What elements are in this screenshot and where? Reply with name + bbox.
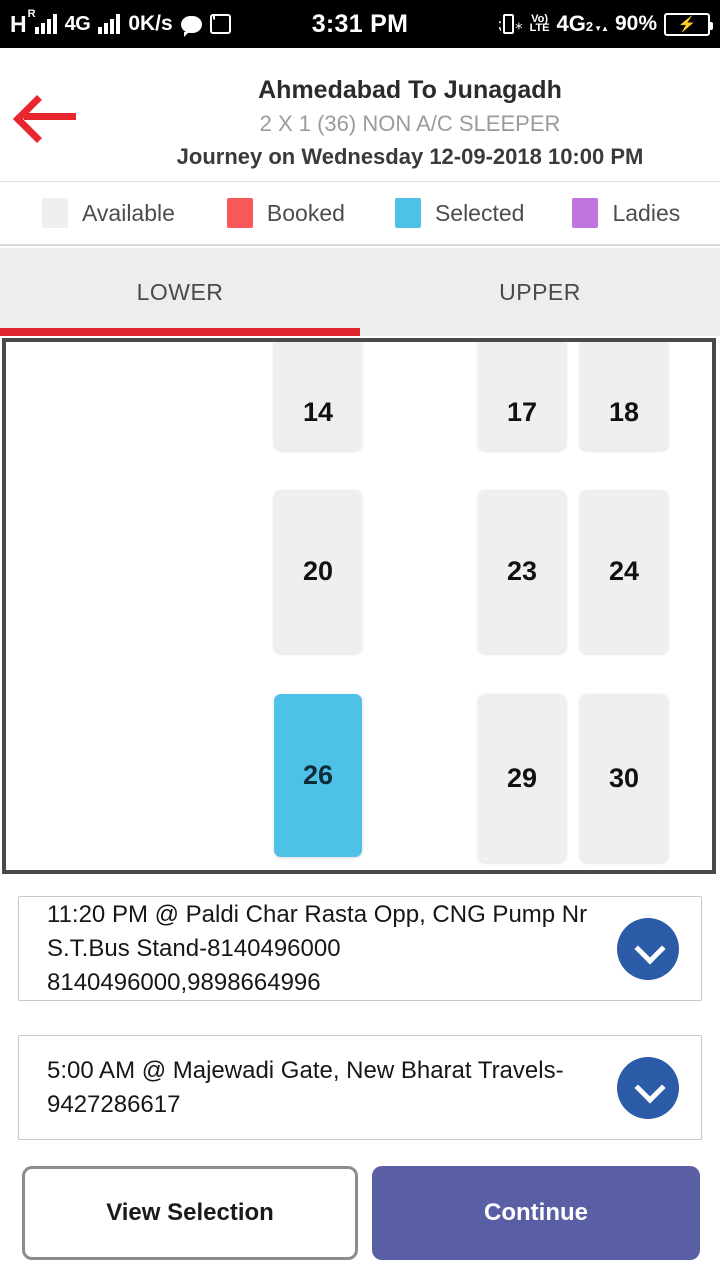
seat-number-label: 30 bbox=[608, 762, 640, 793]
seat-17[interactable]: 17 bbox=[478, 342, 566, 450]
battery-charging-icon: ⚡ bbox=[664, 12, 713, 36]
page-title: Ahmedabad To Junagadh bbox=[258, 76, 562, 104]
legend-swatch-available bbox=[42, 198, 68, 228]
tab-active-indicator bbox=[0, 328, 360, 336]
view-selection-label: View Selection bbox=[106, 1199, 274, 1226]
seat-number-label: 24 bbox=[608, 556, 640, 586]
seat-number-label: 17 bbox=[506, 397, 538, 427]
seat-number-label: 29 bbox=[506, 762, 538, 793]
legend-item-available: Available bbox=[42, 198, 175, 228]
legend-label-selected: Selected bbox=[434, 199, 525, 226]
seat-18[interactable]: 18 bbox=[580, 342, 668, 450]
dropping-point-text: 5:00 AM @ Majewadi Gate, New Bharat Trav… bbox=[47, 1056, 564, 1118]
battery-percent-label: 90% bbox=[614, 12, 657, 35]
legend-label-available: Available bbox=[82, 199, 175, 226]
legend-label-ladies: Ladies bbox=[612, 199, 681, 226]
tab-lower-label: LOWER bbox=[136, 278, 224, 305]
header-text-block: Ahmedabad To Junagadh 2 X 1 (36) NON A/C… bbox=[110, 72, 710, 174]
deck-tabs: LOWER UPPER bbox=[0, 248, 720, 336]
seat-29[interactable]: 29 bbox=[478, 694, 566, 862]
continue-button[interactable]: Continue bbox=[372, 1166, 700, 1260]
seat-map-panel[interactable]: 14 17 18 20 23 24 26 29 30 bbox=[2, 338, 716, 874]
tab-lower[interactable]: LOWER bbox=[0, 248, 360, 336]
seat-number-label: 18 bbox=[608, 397, 640, 427]
chevron-down-icon[interactable] bbox=[617, 917, 679, 980]
legend-item-booked: Booked bbox=[226, 198, 345, 228]
vibrate-icon: ⁏ ⁎ bbox=[497, 14, 523, 34]
seat-number-label: 23 bbox=[506, 556, 538, 586]
seat-legend: Available Booked Selected Ladies bbox=[0, 182, 720, 246]
bus-type-label: 2 X 1 (36) NON A/C SLEEPER bbox=[259, 111, 561, 136]
legend-swatch-selected bbox=[394, 198, 421, 228]
tab-upper-label: UPPER bbox=[499, 278, 581, 305]
seat-number-label: 26 bbox=[302, 760, 334, 790]
page-header: Ahmedabad To Junagadh 2 X 1 (36) NON A/C… bbox=[0, 48, 720, 182]
seat-30[interactable]: 30 bbox=[580, 694, 668, 862]
seat-number-label: 20 bbox=[302, 556, 334, 586]
boarding-point-card[interactable]: 11:20 PM @ Paldi Char Rasta Opp, CNG Pum… bbox=[18, 896, 702, 1001]
seat-26[interactable]: 26 bbox=[274, 694, 362, 857]
journey-date-label: Journey on Wednesday 12-09-2018 10:00 PM bbox=[176, 144, 644, 169]
tab-upper[interactable]: UPPER bbox=[360, 248, 720, 336]
legend-swatch-ladies bbox=[572, 198, 599, 228]
legend-swatch-booked bbox=[226, 198, 253, 228]
boarding-point-text: 11:20 PM @ Paldi Char Rasta Opp, CNG Pum… bbox=[47, 900, 588, 996]
volte-icon: Vo) LTE bbox=[529, 13, 550, 34]
chevron-down-icon[interactable] bbox=[617, 1056, 679, 1119]
back-arrow-icon bbox=[18, 95, 76, 135]
sim2-4g-icon: 4G 2 ▼▲ bbox=[556, 11, 609, 36]
seat-23[interactable]: 23 bbox=[478, 490, 566, 653]
legend-item-ladies: Ladies bbox=[572, 198, 680, 228]
status-bar-right: ⁏ ⁎ Vo) LTE 4G 2 ▼▲ 90% ⚡ bbox=[497, 11, 720, 37]
seat-24[interactable]: 24 bbox=[580, 490, 668, 653]
legend-item-selected: Selected bbox=[394, 198, 525, 228]
seat-14[interactable]: 14 bbox=[274, 342, 362, 450]
back-button[interactable] bbox=[10, 78, 84, 152]
dropping-point-card[interactable]: 5:00 AM @ Majewadi Gate, New Bharat Trav… bbox=[18, 1035, 702, 1140]
view-selection-button[interactable]: View Selection bbox=[22, 1166, 358, 1260]
status-bar: HR 4G 0K/s 3:31 PM ⁏ ⁎ Vo) LTE 4G 2 ▼▲ 90% ⚡ bbox=[0, 0, 720, 48]
seat-number-label: 14 bbox=[302, 397, 334, 427]
seat-20[interactable]: 20 bbox=[274, 490, 362, 653]
continue-label: Continue bbox=[484, 1199, 588, 1226]
legend-label-booked: Booked bbox=[266, 199, 345, 226]
